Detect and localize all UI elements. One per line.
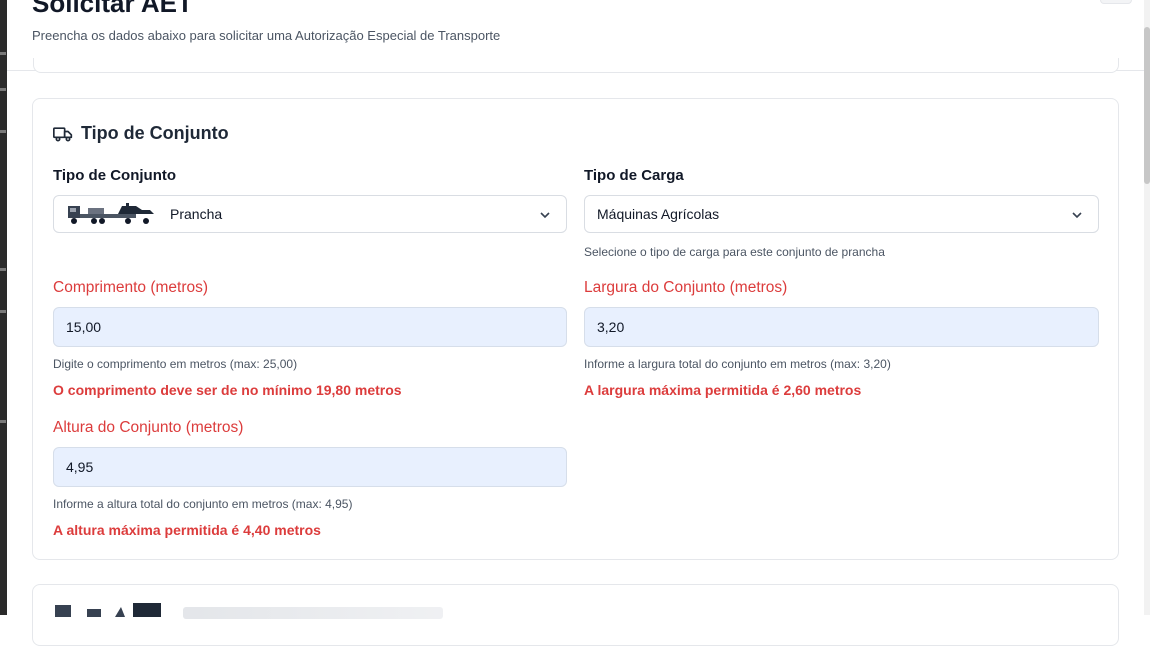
altura-label: Altura do Conjunto (metros) <box>53 419 244 436</box>
tipo-conjunto-select[interactable]: Prancha <box>53 195 567 233</box>
truck-icon <box>53 126 73 141</box>
largura-label: Largura do Conjunto (metros) <box>584 279 788 296</box>
largura-error: A largura máxima permitida é 2,60 metros <box>584 382 862 398</box>
altura-input[interactable]: 4,95 <box>53 447 567 487</box>
previous-card <box>33 58 1119 73</box>
altura-help: Informe a altura total do conjunto em me… <box>53 497 353 511</box>
scrollbar[interactable] <box>1144 0 1150 615</box>
largura-input[interactable]: 3,20 <box>584 307 1099 347</box>
altura-error: A altura máxima permitida é 4,40 metros <box>53 522 321 538</box>
close-button[interactable] <box>1100 0 1132 4</box>
comprimento-label: Comprimento (metros) <box>53 279 209 296</box>
scrollbar-thumb[interactable] <box>1144 27 1150 184</box>
prancha-vehicle-icon <box>68 203 154 224</box>
section-title-text: Tipo de Conjunto <box>81 123 229 143</box>
comprimento-error: O comprimento deve ser de no mínimo 19,8… <box>53 382 402 398</box>
chevron-down-icon <box>540 212 550 219</box>
preview-title-placeholder <box>183 607 443 619</box>
tipo-carga-value: Máquinas Agrícolas <box>597 206 720 222</box>
section-title: Tipo de Conjunto <box>53 123 229 144</box>
left-window-strip <box>0 0 7 615</box>
tipo-conjunto-label: Tipo de Conjunto <box>53 167 177 184</box>
tipo-carga-select[interactable]: Máquinas Agrícolas <box>584 195 1099 233</box>
tipo-conjunto-value: Prancha <box>170 206 223 222</box>
tipo-carga-label: Tipo de Carga <box>584 167 684 184</box>
chevron-down-icon <box>1072 212 1082 219</box>
comprimento-input[interactable]: 15,00 <box>53 307 567 347</box>
vehicle-preview-card <box>32 584 1119 646</box>
comprimento-help: Digite o comprimento em metros (max: 25,… <box>53 357 298 371</box>
tipo-conjunto-card: Tipo de Conjunto Tipo de Conjunto Pranch… <box>32 98 1119 560</box>
page-title: Solicitar AET <box>32 0 193 18</box>
tipo-carga-help: Selecione o tipo de carga para este conj… <box>584 245 885 259</box>
page-subtitle: Preencha os dados abaixo para solicitar … <box>32 28 501 43</box>
largura-help: Informe a largura total do conjunto em m… <box>584 357 891 371</box>
